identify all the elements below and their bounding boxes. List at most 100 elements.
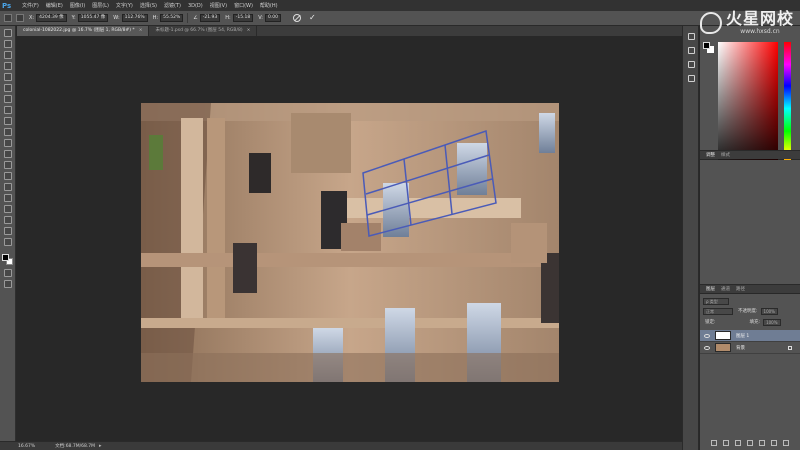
foreground-color[interactable] xyxy=(2,254,9,261)
link-icon[interactable] xyxy=(711,440,717,446)
quick-select-tool-icon[interactable] xyxy=(4,62,12,70)
blend-mode-select[interactable]: 正常 xyxy=(703,307,733,315)
close-icon[interactable]: × xyxy=(247,28,251,33)
adjustments-panel-header: 调整 样式 xyxy=(700,150,800,159)
vskew-field[interactable]: 0.00 xyxy=(264,14,281,22)
menu-bar: Ps 文件(F) 编辑(E) 图像(I) 图层(L) 文字(Y) 选择(S) 滤… xyxy=(0,0,800,11)
layer-name[interactable]: 图层 1 xyxy=(736,333,749,339)
vskew-label: V: xyxy=(258,15,263,21)
separator xyxy=(187,13,189,23)
tab-layers[interactable]: 图层 xyxy=(706,286,715,292)
actions-icon[interactable] xyxy=(688,61,695,68)
hand-tool-icon[interactable] xyxy=(4,227,12,235)
adjustment-icon[interactable] xyxy=(747,440,753,446)
filter-kind-select[interactable]: ρ 类型 xyxy=(703,297,729,305)
history-icon[interactable] xyxy=(688,33,695,40)
commit-transform-icon[interactable]: ✓ xyxy=(309,14,316,22)
healing-brush-tool-icon[interactable] xyxy=(4,95,12,103)
layer-row[interactable]: 背景 xyxy=(700,342,800,354)
picker-foreground[interactable] xyxy=(703,42,710,49)
eyedropper-tool-icon[interactable] xyxy=(4,84,12,92)
menu-file[interactable]: 文件(F) xyxy=(22,2,39,9)
menu-type[interactable]: 文字(Y) xyxy=(116,2,133,9)
building-photo[interactable] xyxy=(141,103,559,382)
tab-untitled[interactable]: 未标题-1.psd @ 66.7% (图层 54, RGB/8) × xyxy=(149,26,258,36)
height-field[interactable]: 55.52% xyxy=(160,14,184,22)
hskew-label: H: xyxy=(225,15,231,21)
color-swatches[interactable] xyxy=(2,254,14,266)
options-bar: X: 4204.39 像 Y: 1055.47 像 W: 112.76% H: … xyxy=(0,11,800,26)
hskew-field[interactable]: -15.18 xyxy=(232,14,254,22)
ps-logo: Ps xyxy=(2,1,12,10)
menu-select[interactable]: 选择(S) xyxy=(140,2,157,9)
layer-thumbnail xyxy=(715,343,731,352)
dodge-tool-icon[interactable] xyxy=(4,172,12,180)
eraser-tool-icon[interactable] xyxy=(4,139,12,147)
menu-filter[interactable]: 滤镜(T) xyxy=(164,2,181,9)
layer-name[interactable]: 背景 xyxy=(736,345,745,351)
info-icon[interactable] xyxy=(688,75,695,82)
zoom-tool-icon[interactable] xyxy=(4,238,12,246)
tab-channels[interactable]: 通道 xyxy=(721,286,730,292)
close-icon[interactable]: × xyxy=(139,28,143,33)
eye-icon[interactable] xyxy=(704,333,710,338)
gradient-tool-icon[interactable] xyxy=(4,150,12,158)
menu-help[interactable]: 帮助(H) xyxy=(260,2,278,9)
panel-dock xyxy=(682,26,699,450)
type-tool-icon[interactable] xyxy=(4,194,12,202)
menu-3d[interactable]: 3D(D) xyxy=(188,3,203,9)
cancel-transform-icon[interactable] xyxy=(293,14,301,22)
fx-icon[interactable] xyxy=(723,440,729,446)
menu-window[interactable]: 窗口(W) xyxy=(234,2,253,9)
move-tool-icon[interactable] xyxy=(4,29,12,37)
new-layer-icon[interactable] xyxy=(771,440,777,446)
crop-tool-icon[interactable] xyxy=(4,73,12,81)
layers-panel: ρ 类型 正常 不透明度: 100% 锁定: 填充: 100% 图层 1 背景 xyxy=(700,294,800,450)
clone-stamp-tool-icon[interactable] xyxy=(4,117,12,125)
pen-tool-icon[interactable] xyxy=(4,183,12,191)
path-select-tool-icon[interactable] xyxy=(4,205,12,213)
reference-point-icon[interactable] xyxy=(16,14,24,22)
marquee-tool-icon[interactable] xyxy=(4,40,12,48)
folder-icon[interactable] xyxy=(759,440,765,446)
rectangle-tool-icon[interactable] xyxy=(4,216,12,224)
watermark-logo-icon xyxy=(699,12,722,34)
lasso-tool-icon[interactable] xyxy=(4,51,12,59)
mask-icon[interactable] xyxy=(735,440,741,446)
layer-row[interactable]: 图层 1 xyxy=(700,330,800,342)
layer-thumbnail xyxy=(715,331,731,340)
lock-icon xyxy=(788,345,792,350)
adjustments-panel xyxy=(700,160,800,284)
x-label: X: xyxy=(29,15,35,21)
menu-edit[interactable]: 编辑(E) xyxy=(46,2,63,9)
trash-icon[interactable] xyxy=(783,440,789,446)
zoom-level[interactable]: 16.67% xyxy=(18,444,35,449)
history-brush-tool-icon[interactable] xyxy=(4,128,12,136)
menu-layer[interactable]: 图层(L) xyxy=(92,2,109,9)
y-field[interactable]: 1055.47 像 xyxy=(77,14,109,22)
chevron-right-icon[interactable]: ▸ xyxy=(99,443,102,449)
tab-paths[interactable]: 路径 xyxy=(736,286,745,292)
angle-field[interactable]: -21.93 xyxy=(199,14,221,22)
blend-row: 正常 不透明度: 100% xyxy=(700,306,800,316)
menu-view[interactable]: 视图(V) xyxy=(210,2,227,9)
x-field[interactable]: 4204.39 像 xyxy=(36,14,67,22)
fill-label: 填充: xyxy=(749,320,761,325)
blur-tool-icon[interactable] xyxy=(4,161,12,169)
tab-colonial[interactable]: colonial-1082022.jpg @ 16.7% (图层 1, RGB/… xyxy=(17,26,150,36)
eye-icon[interactable] xyxy=(704,345,710,350)
quick-mask-icon[interactable] xyxy=(4,269,12,277)
screen-mode-icon[interactable] xyxy=(4,280,12,288)
brush-tool-icon[interactable] xyxy=(4,106,12,114)
properties-icon[interactable] xyxy=(688,47,695,54)
tab-adjustments[interactable]: 调整 xyxy=(706,152,715,158)
document-tabs: colonial-1082022.jpg @ 16.7% (图层 1, RGB/… xyxy=(17,26,682,36)
layer-filter-row: ρ 类型 xyxy=(700,296,800,306)
tab-styles[interactable]: 样式 xyxy=(721,152,730,158)
fill-field[interactable]: 100% xyxy=(763,318,781,326)
tool-preset-icon[interactable] xyxy=(4,14,12,22)
width-field[interactable]: 112.76% xyxy=(121,14,148,22)
menu-image[interactable]: 图像(I) xyxy=(70,2,85,9)
h-label: H: xyxy=(152,15,159,21)
opacity-field[interactable]: 100% xyxy=(760,307,778,315)
